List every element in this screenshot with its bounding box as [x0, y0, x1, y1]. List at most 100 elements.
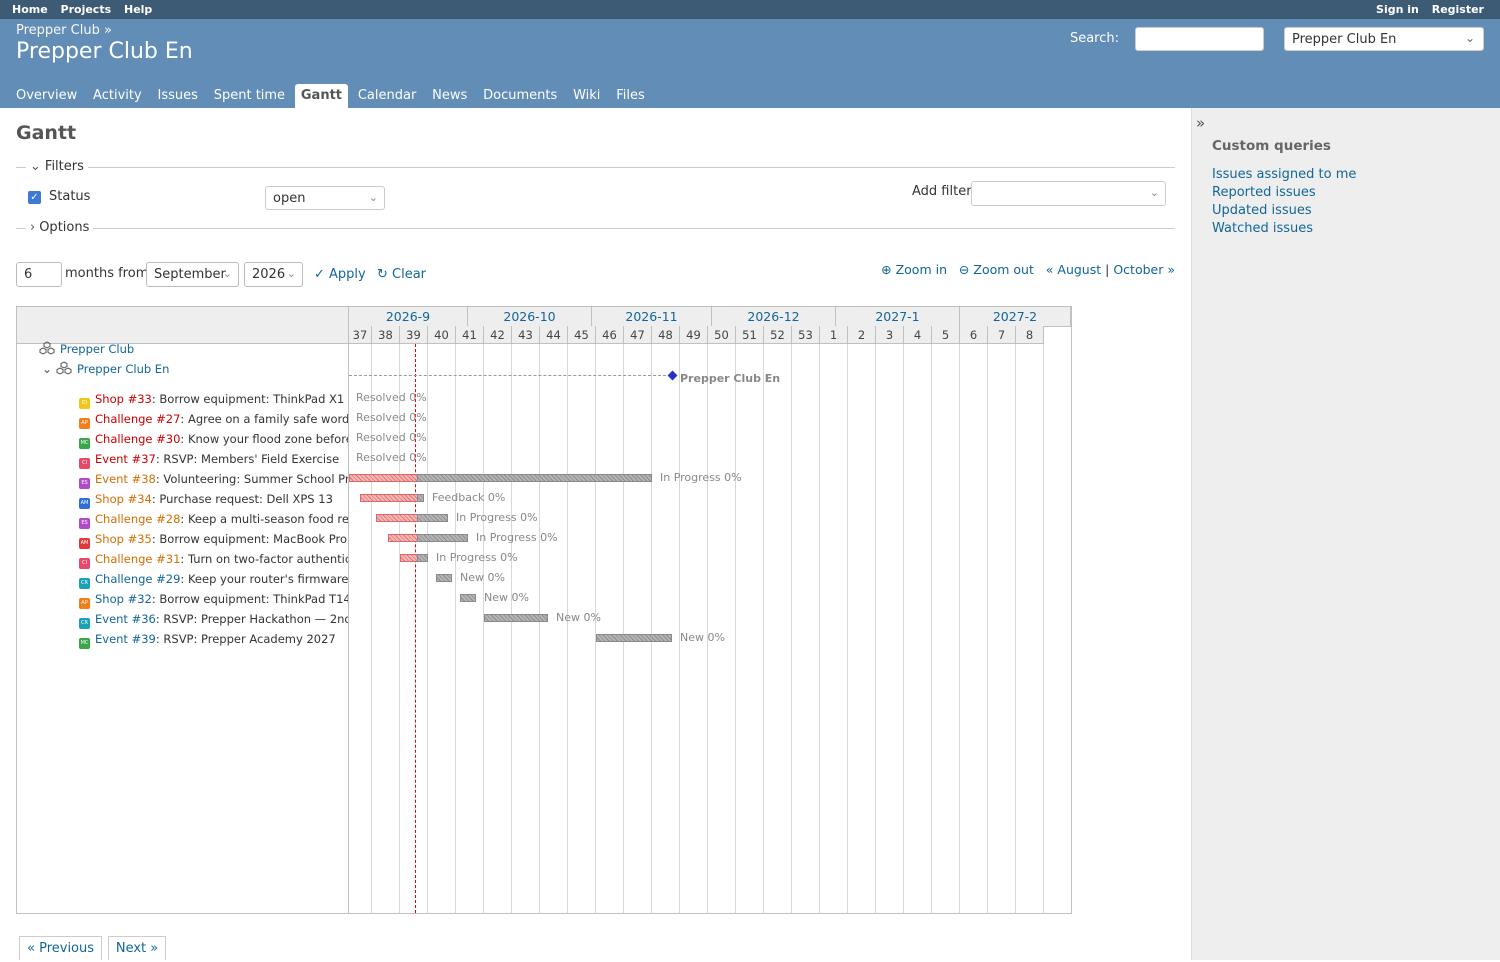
status-checkbox[interactable]: ✓: [28, 191, 41, 204]
help-link[interactable]: Help: [124, 3, 152, 16]
issue-link[interactable]: Shop #32: [95, 592, 152, 606]
user-avatar-icon: CI: [79, 558, 90, 569]
issue-bar-late[interactable]: [376, 514, 417, 522]
gantt-issue-row: AM Shop #35: Borrow equipment: MacBook Pr…: [79, 529, 348, 549]
issue-link[interactable]: Shop #34: [95, 492, 152, 506]
tab-news[interactable]: News: [426, 84, 473, 108]
page-title: Gantt: [16, 122, 77, 144]
issue-bar-late[interactable]: [388, 534, 417, 542]
issue-link[interactable]: Event #39: [95, 632, 156, 646]
issue-link[interactable]: Event #37: [95, 452, 156, 466]
tab-activity[interactable]: Activity: [87, 84, 148, 108]
issue-link[interactable]: Challenge #28: [95, 512, 180, 526]
search-input[interactable]: [1135, 27, 1264, 51]
month-header[interactable]: 2026-12: [712, 307, 836, 327]
clear-button[interactable]: ↻ Clear: [377, 267, 426, 282]
issue-bar[interactable]: [436, 574, 452, 582]
next-month-link[interactable]: October »: [1113, 262, 1175, 277]
month-header[interactable]: 2027-2: [960, 307, 1071, 327]
issue-link[interactable]: Shop #33: [95, 392, 152, 406]
tab-gantt[interactable]: Gantt: [294, 84, 349, 108]
month-header[interactable]: 2026-10: [468, 307, 592, 327]
chevron-down-icon[interactable]: ⌄: [42, 359, 56, 379]
project-title: Prepper Club En: [16, 39, 193, 64]
project-jump-value: Prepper Club En: [1292, 32, 1397, 47]
tab-overview[interactable]: Overview: [10, 84, 83, 108]
user-avatar-icon: ID: [79, 398, 90, 409]
projects-link[interactable]: Projects: [61, 3, 112, 16]
issue-link[interactable]: Event #36: [95, 612, 156, 626]
month-header[interactable]: 2026-9: [349, 307, 468, 327]
issue-status-label: Resolved 0%: [356, 411, 427, 424]
week-column: [372, 344, 400, 913]
status-filter-label: Status: [49, 189, 91, 204]
week-header: 47: [624, 326, 652, 344]
months-input[interactable]: 6: [16, 262, 62, 287]
week-header: 2: [848, 326, 876, 344]
previous-month-link[interactable]: « August: [1046, 262, 1101, 277]
previous-page-button[interactable]: « Previous: [19, 936, 103, 960]
sidebar: » Custom queries Issues assigned to me R…: [1191, 108, 1500, 960]
issue-link[interactable]: Event #38: [95, 472, 156, 486]
project-link[interactable]: Prepper Club En: [77, 362, 169, 376]
tab-calendar[interactable]: Calendar: [352, 84, 422, 108]
zoom-in-label: Zoom in: [895, 262, 947, 277]
options-toggle[interactable]: › Options: [26, 220, 94, 235]
pager: « Previous Next »: [19, 936, 168, 962]
issue-bar-late[interactable]: [349, 474, 417, 482]
parent-project-link[interactable]: Prepper Club »: [16, 23, 112, 38]
issue-bar[interactable]: [417, 494, 424, 502]
issue-link[interactable]: Challenge #30: [95, 432, 180, 446]
project-link[interactable]: Prepper Club: [60, 342, 134, 356]
zoom-out-link[interactable]: ⊖ Zoom out: [959, 262, 1034, 277]
query-updated-issues[interactable]: Updated issues: [1212, 202, 1356, 220]
month-header[interactable]: 2026-11: [592, 307, 712, 327]
tab-documents[interactable]: Documents: [477, 84, 563, 108]
issue-bar[interactable]: [417, 474, 652, 482]
issue-bar[interactable]: [417, 514, 448, 522]
issue-link[interactable]: Challenge #29: [95, 572, 180, 586]
zoom-in-link[interactable]: ⊕ Zoom in: [881, 262, 947, 277]
status-operator-select[interactable]: open ⌄: [265, 186, 385, 210]
gantt-timeline: 2026-9 2026-10 2026-11 2026-12 2027-1 2027-2 3…: [349, 307, 1071, 913]
chevron-right-icon: ›: [30, 220, 36, 235]
filters-toggle[interactable]: ⌄ Filters: [26, 159, 88, 174]
issue-bar[interactable]: [417, 554, 428, 562]
query-watched-issues[interactable]: Watched issues: [1212, 220, 1356, 238]
issue-link[interactable]: Shop #35: [95, 532, 152, 546]
user-avatar-icon: ES: [79, 518, 90, 529]
issue-link[interactable]: Challenge #27: [95, 412, 180, 426]
issue-subject: : Borrow equipment: MacBook Pro 2019: [151, 532, 348, 546]
issue-bar[interactable]: [417, 534, 468, 542]
sign-in-link[interactable]: Sign in: [1376, 3, 1419, 16]
add-filter-select[interactable]: ⌄: [971, 181, 1166, 206]
issue-bar-late[interactable]: [400, 554, 417, 562]
issue-bar[interactable]: [596, 634, 672, 642]
tab-spent-time[interactable]: Spent time: [208, 84, 291, 108]
apply-button[interactable]: ✓ Apply: [314, 267, 366, 282]
project-bar-label: Prepper Club En: [680, 372, 781, 385]
year-select[interactable]: 2026 ⌄: [244, 262, 303, 287]
chevron-down-icon: ⌄: [286, 267, 296, 280]
register-link[interactable]: Register: [1432, 3, 1484, 16]
next-page-button[interactable]: Next »: [107, 936, 167, 960]
home-link[interactable]: Home: [12, 3, 48, 16]
tab-files[interactable]: Files: [610, 84, 651, 108]
month-select[interactable]: September ⌄: [146, 262, 239, 287]
query-reported-issues[interactable]: Reported issues: [1212, 184, 1356, 202]
query-issues-assigned-to-me[interactable]: Issues assigned to me: [1212, 166, 1356, 184]
collapse-sidebar-icon[interactable]: »: [1196, 114, 1205, 132]
project-jump-select[interactable]: Prepper Club En ⌄: [1284, 27, 1484, 51]
tab-issues[interactable]: Issues: [152, 84, 204, 108]
issue-link[interactable]: Challenge #31: [95, 552, 180, 566]
issue-bar-late[interactable]: [360, 494, 417, 502]
user-avatar-icon: ES: [79, 478, 90, 489]
gantt-project-row: Prepper Club: [39, 339, 134, 359]
issue-bar[interactable]: [460, 594, 476, 602]
tab-wiki[interactable]: Wiki: [567, 84, 606, 108]
issue-bar[interactable]: [484, 614, 548, 622]
month-select-value: September: [154, 267, 226, 282]
reload-icon: ↻: [377, 267, 393, 282]
month-header[interactable]: 2027-1: [836, 307, 960, 327]
week-column: [484, 344, 512, 913]
